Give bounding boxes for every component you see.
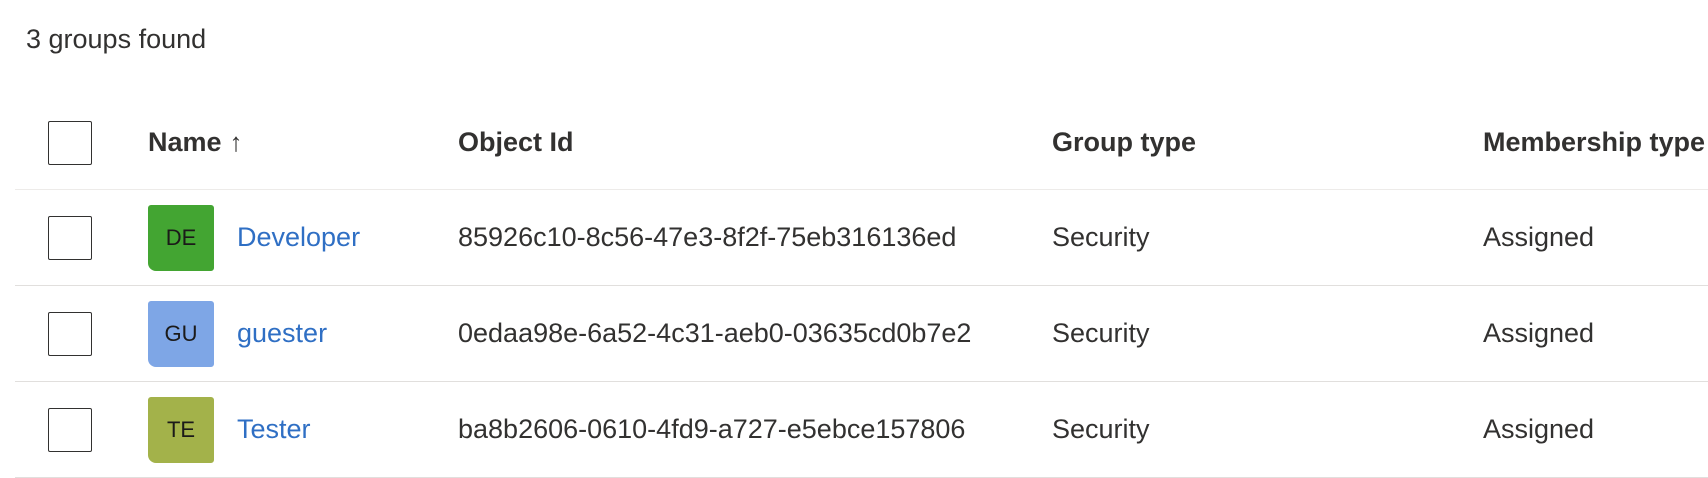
membership-type-cell: Assigned <box>1483 222 1595 252</box>
column-header-membership-type-label: Membership type <box>1483 127 1706 157</box>
groups-table: Name ↑ Object Id Group type Membership t… <box>15 96 1708 478</box>
avatar-initials: DE <box>165 224 197 250</box>
object-id-cell: 85926c10-8c56-47e3-8f2f-75eb316136ed <box>458 222 957 252</box>
table-row[interactable]: DE Developer 85926c10-8c56-47e3-8f2f-75e… <box>15 190 1708 286</box>
avatar-initials: GU <box>164 320 198 346</box>
column-header-object-id[interactable]: Object Id <box>458 96 574 189</box>
group-type-cell: Security <box>1052 414 1150 444</box>
group-name-link[interactable]: Tester <box>237 414 311 445</box>
select-all-cell <box>48 96 92 189</box>
column-header-name[interactable]: Name ↑ <box>148 96 243 189</box>
avatar-initials: TE <box>166 416 196 442</box>
column-header-group-type-label: Group type <box>1052 127 1197 157</box>
group-type-cell: Security <box>1052 318 1150 348</box>
name-cell: GU guester <box>148 286 327 381</box>
group-type-cell: Security <box>1052 222 1150 252</box>
select-all-checkbox[interactable] <box>48 120 92 165</box>
group-name-link[interactable]: Developer <box>237 222 360 253</box>
object-id-cell: ba8b2606-0610-4fd9-a727-e5ebce157806 <box>458 414 966 444</box>
object-id-cell: 0edaa98e-6a52-4c31-aeb0-03635cd0b7e2 <box>458 318 972 348</box>
row-select-cell <box>48 190 92 285</box>
row-select-cell <box>48 286 92 381</box>
name-cell: TE Tester <box>148 382 311 477</box>
column-header-group-type[interactable]: Group type <box>1052 96 1196 189</box>
membership-type-cell: Assigned <box>1483 318 1595 348</box>
column-header-membership-type[interactable]: Membership type <box>1483 96 1705 189</box>
row-checkbox[interactable] <box>48 311 92 356</box>
table-row[interactable]: TE Tester ba8b2606-0610-4fd9-a727-e5ebce… <box>15 382 1708 478</box>
group-avatar: GU <box>148 300 214 367</box>
group-avatar: DE <box>148 204 214 271</box>
name-cell: DE Developer <box>148 190 360 285</box>
results-count: 3 groups found <box>26 24 207 54</box>
column-header-name-label: Name <box>148 127 222 157</box>
membership-type-cell: Assigned <box>1483 414 1595 444</box>
group-avatar: TE <box>148 396 214 463</box>
column-header-object-id-label: Object Id <box>458 127 574 157</box>
row-select-cell <box>48 382 92 477</box>
row-checkbox[interactable] <box>48 407 92 452</box>
sort-ascending-icon: ↑ <box>229 127 243 157</box>
group-name-link[interactable]: guester <box>237 318 327 349</box>
table-row[interactable]: GU guester 0edaa98e-6a52-4c31-aeb0-03635… <box>15 286 1708 382</box>
table-header-row: Name ↑ Object Id Group type Membership t… <box>15 96 1708 190</box>
row-checkbox[interactable] <box>48 215 92 260</box>
